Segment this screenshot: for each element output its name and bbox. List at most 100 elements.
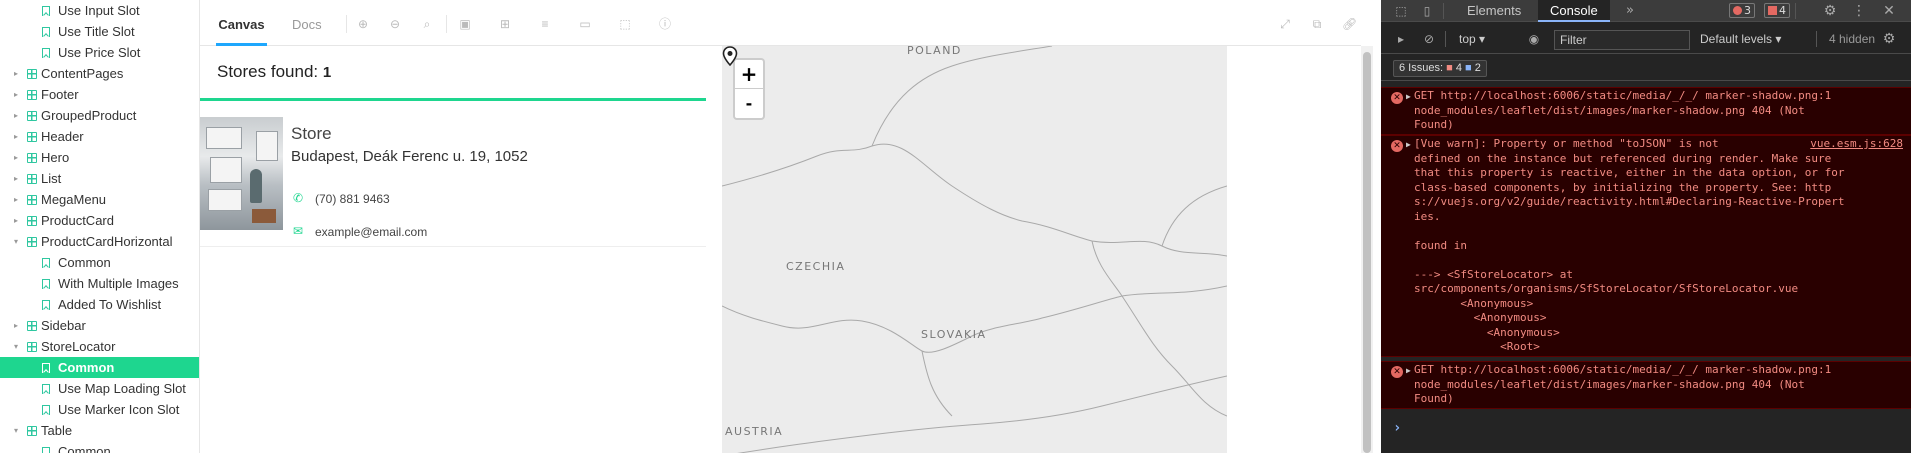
canvas-scrollbar[interactable] xyxy=(1361,46,1373,453)
tab-docs[interactable]: Docs xyxy=(292,0,322,46)
sidebar-component[interactable]: ▾ Table xyxy=(0,420,199,441)
device-toolbar-icon[interactable]: ▯ xyxy=(1419,3,1435,19)
map-label-slovakia: SLOVAKIA xyxy=(921,328,987,341)
console-error-message[interactable]: ✕ ▶ [Vue warn]: Property or method "toJSON… xyxy=(1381,135,1911,357)
store-phone[interactable]: (70) 881 9463 xyxy=(315,192,390,206)
more-options-icon[interactable]: ⋮ xyxy=(1851,3,1867,19)
copy-link-icon[interactable]: 🔗︎ xyxy=(1342,17,1357,31)
console-prompt[interactable]: › xyxy=(1393,420,1401,436)
message-line: ---> <SfStoreLocator> at xyxy=(1414,267,1573,281)
accessibility-icon[interactable]: ⓘ xyxy=(658,17,672,31)
log-levels-dropdown[interactable]: Default levels ▾ xyxy=(1700,32,1781,46)
sidebar-component[interactable]: ▸ Header xyxy=(0,126,199,147)
settings-gear-icon[interactable]: ⚙ xyxy=(1822,3,1838,19)
chevron-right-icon[interactable]: ▸ xyxy=(14,132,22,141)
sidebar-component[interactable]: ▸ Hero xyxy=(0,147,199,168)
chevron-down-icon[interactable]: ▾ xyxy=(14,426,22,435)
zoom-reset-icon[interactable]: ⌕ xyxy=(420,17,434,31)
grid-icon[interactable]: ⊞ xyxy=(498,17,512,31)
component-icon xyxy=(27,425,37,436)
store-card[interactable]: Store Budapest, Deák Ferenc u. 19, 1052 … xyxy=(200,117,706,247)
sidebar-story[interactable]: With Multiple Images xyxy=(0,273,199,294)
chevron-right-icon[interactable]: ▸ xyxy=(14,321,22,330)
sidebar-story[interactable]: Added To Wishlist xyxy=(0,294,199,315)
map-zoom-in-button[interactable]: + xyxy=(735,60,763,89)
sidebar-component[interactable]: ▸ Sidebar xyxy=(0,315,199,336)
expand-triangle-icon[interactable]: ▶ xyxy=(1406,364,1411,379)
console-error-message[interactable]: ✕ ▶ GET http://localhost:6006/static/media… xyxy=(1381,87,1911,135)
sidebar-component[interactable]: ▸ ContentPages xyxy=(0,63,199,84)
context-selector[interactable]: top ▾ xyxy=(1459,32,1485,46)
bookmark-icon xyxy=(42,5,50,16)
chevron-right-icon[interactable]: ▸ xyxy=(14,90,22,99)
sidebar-story[interactable]: Use Map Loading Slot xyxy=(0,378,199,399)
sidebar-story[interactable]: Common xyxy=(0,252,199,273)
open-new-tab-icon[interactable]: ⧉ xyxy=(1310,17,1324,31)
sidebar-story[interactable]: Use Marker Icon Slot xyxy=(0,399,199,420)
bookmark-icon xyxy=(42,404,50,415)
chevron-right-icon[interactable]: ▸ xyxy=(14,195,22,204)
sidebar-component[interactable]: ▸ Footer xyxy=(0,84,199,105)
measure-icon[interactable]: ▭ xyxy=(578,17,592,31)
close-devtools-icon[interactable]: ✕ xyxy=(1881,3,1897,19)
viewport-icon[interactable]: ≡ xyxy=(538,17,552,31)
chevron-down-icon[interactable]: ▾ xyxy=(14,237,22,246)
map-marker-icon[interactable] xyxy=(722,46,738,66)
sidebar-component[interactable]: ▸ ProductCard xyxy=(0,210,199,231)
issues-bar: 6 Issues: ■ 4 ■ 2 xyxy=(1381,55,1911,81)
sidebar-story[interactable]: Use Price Slot xyxy=(0,42,199,63)
message-source-link[interactable]: vue.esm.js:628 xyxy=(1810,137,1903,152)
console-error-message[interactable]: ✕ ▶ GET http://localhost:6006/static/media… xyxy=(1381,361,1911,409)
sidebar-story[interactable]: Use Title Slot xyxy=(0,21,199,42)
live-expression-eye-icon[interactable]: ◉ xyxy=(1526,31,1542,47)
background-icon[interactable]: ▣ xyxy=(458,17,472,31)
chevron-down-icon[interactable]: ▾ xyxy=(14,342,22,351)
console-settings-icon[interactable]: ⚙ xyxy=(1881,31,1897,47)
sidebar-component[interactable]: ▾ ProductCardHorizontal xyxy=(0,231,199,252)
sidebar-component[interactable]: ▾ StoreLocator xyxy=(0,336,199,357)
error-count-badge[interactable]: 3 xyxy=(1729,3,1755,18)
sidebar-component[interactable]: ▸ GroupedProduct xyxy=(0,105,199,126)
warning-count-badge[interactable]: 4 xyxy=(1764,3,1790,18)
bookmark-icon xyxy=(42,299,50,310)
tab-elements[interactable]: Elements xyxy=(1455,0,1533,22)
console-filter-input[interactable]: Filter xyxy=(1554,30,1690,50)
component-icon xyxy=(27,194,37,205)
sidebar-story[interactable]: Common xyxy=(0,441,199,453)
tab-console[interactable]: Console xyxy=(1538,0,1610,22)
sidebar-story[interactable]: Common xyxy=(0,357,199,378)
story-canvas: Stores found: 1 Store Budapest, Deák Fer… xyxy=(200,46,1361,453)
outline-icon[interactable]: ⬚ xyxy=(618,17,632,31)
clear-console-icon[interactable]: ⊘ xyxy=(1421,31,1437,47)
message-line: defined on the instance but referenced d… xyxy=(1414,151,1832,165)
store-map[interactable]: POLAND CZECHIA SLOVAKIA AUSTRIA + - xyxy=(722,46,1227,453)
devtools-panel: ⬚ ▯ Elements Console » 3 4 ⚙ ⋮ ✕ ▸ ⊘ top… xyxy=(1381,0,1911,453)
sidebar-item-label: Header xyxy=(41,129,84,144)
message-line: <Anonymous> xyxy=(1414,311,1547,324)
expand-triangle-icon[interactable]: ▶ xyxy=(1406,138,1411,153)
sidebar-component[interactable]: ▸ MegaMenu xyxy=(0,189,199,210)
expand-triangle-icon[interactable]: ▶ xyxy=(1406,90,1411,105)
inspect-element-icon[interactable]: ⬚ xyxy=(1393,3,1409,19)
chevron-right-icon[interactable]: ▸ xyxy=(14,174,22,183)
chevron-right-icon[interactable]: ▸ xyxy=(14,69,22,78)
store-email[interactable]: example@email.com xyxy=(315,225,427,239)
zoom-in-icon[interactable]: ⊕ xyxy=(356,17,370,31)
sidebar-component[interactable]: ▸ List xyxy=(0,168,199,189)
sidebar-toggle-icon[interactable]: ▸ xyxy=(1393,31,1409,47)
tab-canvas[interactable]: Canvas xyxy=(216,0,267,46)
more-tabs-icon[interactable]: » xyxy=(1622,3,1638,19)
error-icon: ✕ xyxy=(1391,92,1403,104)
chevron-right-icon[interactable]: ▸ xyxy=(14,111,22,120)
panel-gap xyxy=(1373,0,1381,453)
chevron-right-icon[interactable]: ▸ xyxy=(14,153,22,162)
message-line: ies. xyxy=(1414,209,1441,223)
issues-button[interactable]: 6 Issues: ■ 4 ■ 2 xyxy=(1393,60,1487,77)
map-zoom-out-button[interactable]: - xyxy=(735,89,763,118)
bookmark-icon xyxy=(42,362,50,373)
fullscreen-icon[interactable]: ⤢ xyxy=(1278,17,1292,31)
sidebar-story[interactable]: Use Input Slot xyxy=(0,0,199,21)
chevron-right-icon[interactable]: ▸ xyxy=(14,216,22,225)
message-line: src/components/organisms/SfStoreLocator/… xyxy=(1414,282,1799,295)
zoom-out-icon[interactable]: ⊖ xyxy=(388,17,402,31)
